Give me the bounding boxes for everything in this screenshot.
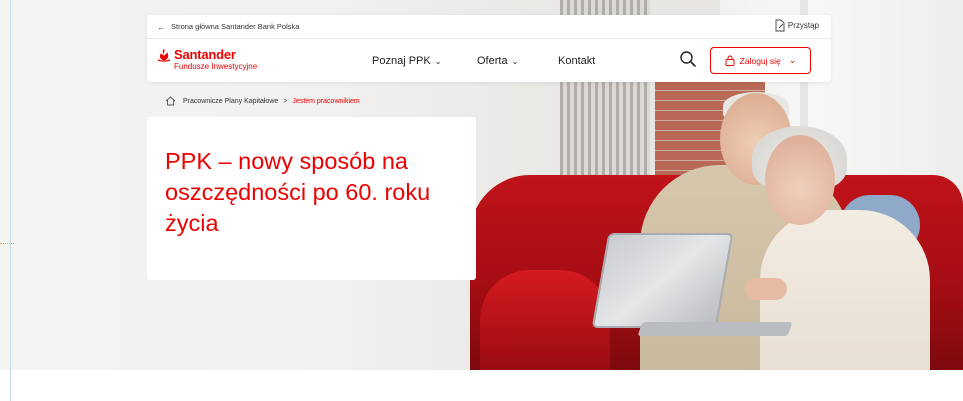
breadcrumb-home[interactable]: Pracownicze Plany Kapitałowe [183, 98, 278, 105]
home-icon[interactable] [165, 96, 176, 106]
santander-flame-icon [158, 48, 170, 62]
breadcrumb-separator: > [283, 97, 288, 105]
chevron-down-icon: ⌄ [434, 56, 442, 66]
page-title: PPK – nowy sposób na oszczędności po 60.… [165, 148, 431, 236]
login-button[interactable]: Zaloguj się ⌄ [710, 47, 811, 74]
hero-woman-head [765, 135, 835, 225]
menu-poznaj-ppk[interactable]: Poznaj PPK ⌄ [372, 55, 441, 67]
lock-icon [725, 55, 735, 66]
menu-oferta-label: Oferta [477, 55, 508, 67]
hero-sofa-arm [480, 270, 610, 370]
menu-kontakt[interactable]: Kontakt [558, 55, 595, 67]
search-icon[interactable] [679, 50, 697, 68]
page-guide-line [10, 0, 11, 401]
hero-laptop [591, 233, 734, 328]
utility-bar: ← Strona główna Santander Bank Polska Pr… [147, 15, 831, 39]
hero-laptop-base [637, 322, 793, 336]
breadcrumb-current: Jestem pracownikiem [292, 97, 360, 105]
back-link-label: Strona główna Santander Bank Polska [171, 22, 300, 31]
document-sign-icon [775, 19, 785, 32]
chevron-down-icon: ⌄ [788, 55, 797, 65]
back-to-bank-link[interactable]: ← Strona główna Santander Bank Polska [157, 22, 299, 32]
santander-logo[interactable]: Santander Fundusze Inwestycyjne [157, 47, 257, 71]
chevron-down-icon: ⌄ [511, 56, 519, 66]
page: ← Strona główna Santander Bank Polska Pr… [0, 0, 963, 401]
logo-subtitle: Fundusze Inwestycyjne [174, 62, 258, 71]
przystap-label: Przystąp [787, 21, 819, 30]
arrow-left-icon: ← [157, 21, 166, 32]
login-label: Zaloguj się [739, 55, 781, 66]
dotted-marker [0, 243, 14, 244]
main-nav: Santander Fundusze Inwestycyjne Poznaj P… [147, 39, 831, 82]
menu-poznaj-ppk-label: Poznaj PPK [372, 55, 431, 67]
header: ← Strona główna Santander Bank Polska Pr… [147, 15, 831, 82]
przystap-link[interactable]: Przystąp [775, 19, 819, 32]
breadcrumb: Pracownicze Plany Kapitałowe > Jestem pr… [165, 96, 360, 106]
hero-card: PPK – nowy sposób na oszczędności po 60.… [147, 117, 476, 280]
menu-kontakt-label: Kontakt [558, 55, 596, 67]
logo-name: Santander [174, 47, 236, 62]
hero-hand [745, 278, 787, 300]
menu-oferta[interactable]: Oferta ⌄ [477, 55, 518, 67]
